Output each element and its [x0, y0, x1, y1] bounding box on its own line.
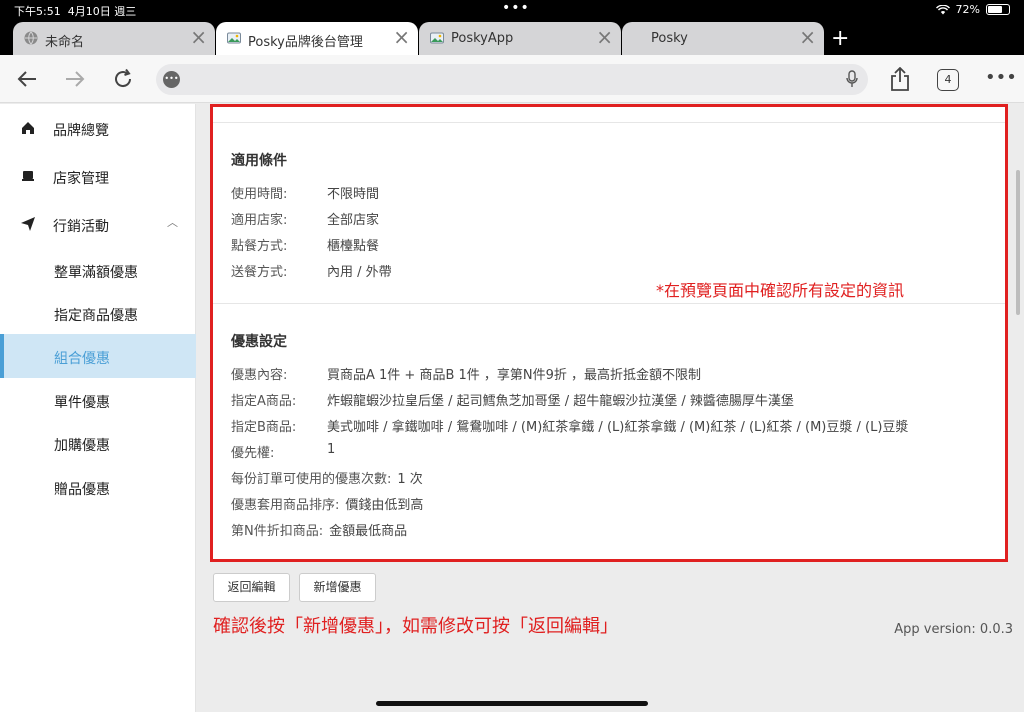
- globe-icon: [24, 31, 38, 45]
- sidebar-item-order-threshold-discount[interactable]: 整單滿額優惠: [0, 248, 196, 292]
- reload-icon[interactable]: [112, 68, 134, 90]
- sidebar-item-label: 單件優惠: [54, 395, 110, 411]
- close-icon[interactable]: ×: [190, 27, 207, 47]
- sidebar-item-label: 指定商品優惠: [54, 308, 138, 324]
- multitask-dots[interactable]: •••: [502, 0, 530, 16]
- divider: [213, 303, 1005, 304]
- sidebar-item-store-management[interactable]: 店家管理: [0, 154, 196, 198]
- sidebar: 品牌總覽 店家管理 行銷活動 ︿ 整單滿額優惠 指定商品優惠 組合優惠 單件優惠…: [0, 104, 196, 712]
- condition-row: 點餐方式: 櫃檯點餐: [231, 239, 380, 254]
- home-indicator[interactable]: [376, 701, 648, 706]
- discount-row: 指定B商品: 美式咖啡 / 拿鐵咖啡 / 鴛鴦咖啡 / (M)紅茶拿鐵 / (L)…: [231, 420, 909, 435]
- status-time: 下午5:51 4月10日 週三: [14, 5, 137, 18]
- sidebar-item-single-item-discount[interactable]: 單件優惠: [0, 378, 196, 422]
- condition-row: 適用店家: 全部店家: [231, 213, 380, 228]
- new-tab-button[interactable]: +: [831, 26, 849, 51]
- site-info-icon[interactable]: •••: [163, 71, 180, 88]
- add-discount-button[interactable]: 新增優惠: [299, 573, 376, 602]
- close-icon[interactable]: ×: [799, 27, 816, 47]
- sidebar-item-product-discount[interactable]: 指定商品優惠: [0, 291, 196, 335]
- send-icon: [21, 217, 35, 231]
- chevron-up-icon[interactable]: ︿: [167, 214, 178, 230]
- share-icon[interactable]: [890, 67, 910, 91]
- back-to-edit-button[interactable]: 返回編輯: [213, 573, 290, 602]
- store-icon: [22, 171, 34, 181]
- preview-card: 適用條件 使用時間: 不限時間 適用店家: 全部店家 點餐方式: 櫃檯點餐 送餐方式:…: [210, 104, 1008, 562]
- microphone-icon[interactable]: [846, 70, 858, 88]
- battery-percent: 72%: [955, 3, 980, 16]
- scrollbar[interactable]: [1016, 170, 1020, 315]
- tab-count-button[interactable]: 4: [937, 69, 959, 91]
- forward-arrow-icon[interactable]: [64, 68, 86, 90]
- preview-note: *在預覽頁面中確認所有設定的資訊: [656, 281, 905, 300]
- sidebar-item-label: 行銷活動: [53, 219, 109, 235]
- close-icon[interactable]: ×: [393, 27, 410, 47]
- status-bar: 下午5:51 4月10日 週三 ••• 72%: [0, 0, 1024, 20]
- sidebar-item-label: 組合優惠: [54, 351, 110, 367]
- status-right: 72%: [935, 3, 1010, 16]
- more-menu-icon[interactable]: •••: [985, 67, 1017, 88]
- conditions-title: 適用條件: [231, 153, 287, 169]
- condition-row: 送餐方式: 內用 / 外帶: [231, 265, 392, 280]
- app-version: App version: 0.0.3: [894, 622, 1013, 637]
- confirm-note: 確認後按「新增優惠」，如需修改可按「返回編輯」: [213, 616, 618, 637]
- tab-posky[interactable]: Posky ×: [622, 22, 824, 55]
- image-icon: [430, 32, 444, 44]
- discount-row: 第N件折扣商品: 金額最低商品: [231, 524, 408, 539]
- tab-label: Posky品牌後台管理: [248, 35, 363, 50]
- sidebar-item-brand-overview[interactable]: 品牌總覽: [0, 106, 196, 150]
- sidebar-item-label: 整單滿額優惠: [54, 265, 138, 281]
- sidebar-item-label: 店家管理: [53, 171, 109, 187]
- discount-settings-title: 優惠設定: [231, 334, 287, 350]
- tab-label: PoskyApp: [451, 31, 514, 46]
- divider: [213, 122, 1005, 123]
- sidebar-item-combo-discount[interactable]: 組合優惠: [0, 334, 196, 378]
- sidebar-item-label: 加購優惠: [54, 438, 110, 454]
- back-arrow-icon[interactable]: [16, 68, 38, 90]
- tab-label: 未命名: [45, 35, 85, 50]
- tab-posky-admin[interactable]: Posky品牌後台管理 ×: [216, 22, 418, 55]
- discount-row: 優惠套用商品排序: 價錢由低到高: [231, 498, 424, 513]
- condition-row: 使用時間: 不限時間: [231, 187, 380, 202]
- address-bar[interactable]: •••: [156, 64, 868, 95]
- sidebar-item-gift-discount[interactable]: 贈品優惠: [0, 465, 196, 509]
- battery-icon: [986, 4, 1010, 15]
- tab-poskyapp[interactable]: PoskyApp ×: [419, 22, 621, 55]
- sidebar-item-add-on-discount[interactable]: 加購優惠: [0, 421, 196, 465]
- sidebar-item-label: 品牌總覽: [53, 123, 109, 139]
- address-toolbar: ••• 4 •••: [0, 55, 1024, 103]
- discount-row: 指定A商品: 炸蝦龍蝦沙拉皇后堡 / 起司鱈魚芝加哥堡 / 超牛龍蝦沙拉漢堡 / …: [231, 394, 794, 409]
- wifi-icon: [935, 4, 950, 14]
- tab-untitled[interactable]: 未命名 ×: [13, 22, 215, 55]
- sidebar-item-label: 贈品優惠: [54, 482, 110, 498]
- tab-label: Posky: [651, 31, 688, 46]
- image-icon: [227, 32, 241, 44]
- discount-row: 優惠內容: 買商品A 1件 + 商品B 1件 ，享第N件9折 ，最高折抵金額不限制: [231, 368, 702, 383]
- discount-row: 每份訂單可使用的優惠次數: 1 次: [231, 472, 423, 487]
- browser-chrome: 下午5:51 4月10日 週三 ••• 72% 未命名 × Posky品牌後台管…: [0, 0, 1024, 55]
- sidebar-item-marketing[interactable]: 行銷活動 ︿: [0, 202, 196, 246]
- discount-row: 優先權: 1: [231, 442, 336, 461]
- home-icon: [22, 122, 34, 134]
- close-icon[interactable]: ×: [596, 27, 613, 47]
